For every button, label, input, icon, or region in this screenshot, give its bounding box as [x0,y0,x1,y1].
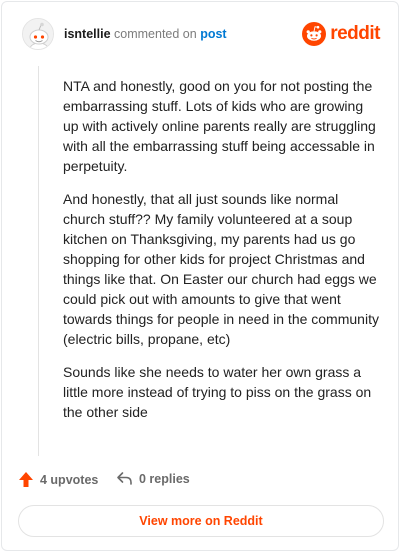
comment-footer: 4 upvotes 0 replies [18,468,378,492]
snoo-avatar-icon [23,19,53,49]
comment-paragraph: And honestly, that all just sounds like … [63,191,379,347]
username-link[interactable]: isntellie [64,27,111,41]
upvote-button[interactable]: 4 upvotes [18,471,98,488]
comment-paragraph: Sounds like she needs to water her own g… [63,364,372,420]
thread-line [38,66,39,456]
comment-header: isntellie commented on post reddit [22,18,382,52]
comment-body: NTA and honestly, good on you for not po… [63,76,381,435]
reply-button[interactable]: 0 replies [116,471,190,486]
comment-byline: isntellie commented on post [64,26,227,42]
action-text: commented on [114,27,197,41]
upvote-arrow-icon [19,472,33,487]
reply-arrow-icon [117,472,132,485]
post-link[interactable]: post [200,27,226,41]
upvote-count: 4 upvotes [40,472,99,487]
user-avatar[interactable] [22,18,54,50]
comment-paragraph: NTA and honestly, good on you for not po… [63,78,376,174]
reddit-logo-icon [302,22,327,46]
reddit-wordmark: reddit [330,23,380,44]
view-more-button[interactable]: View more on Reddit [18,505,384,537]
reply-count: 0 replies [139,471,190,486]
reddit-brand[interactable]: reddit [302,22,380,46]
embedded-comment-card: isntellie commented on post reddit NTA a… [1,1,399,551]
